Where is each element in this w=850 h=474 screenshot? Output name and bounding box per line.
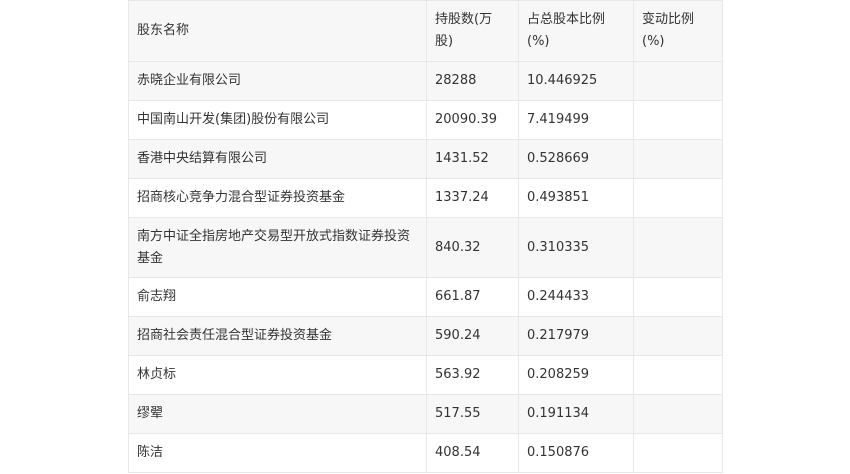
cell-share-ratio: 0.217979 — [518, 316, 634, 356]
cell-shares: 20090.39 — [426, 100, 519, 140]
table-row: 陈洁 408.54 0.150876 — [128, 433, 723, 473]
cell-shareholder-name: 缪翚 — [128, 394, 427, 434]
table-row: 招商社会责任混合型证券投资基金 590.24 0.217979 — [128, 316, 723, 356]
cell-change-ratio — [633, 217, 723, 278]
cell-shareholder-name: 中国南山开发(集团)股份有限公司 — [128, 100, 427, 140]
cell-shares: 1431.52 — [426, 139, 519, 179]
table-header-row: 股东名称 持股数(万股) 占总股本比例(%) 变动比例(%) — [128, 0, 723, 62]
header-change-ratio: 变动比例(%) — [633, 0, 723, 62]
cell-shares: 661.87 — [426, 277, 519, 317]
cell-shareholder-name: 林贞标 — [128, 355, 427, 395]
cell-shares: 563.92 — [426, 355, 519, 395]
shareholder-table: 股东名称 持股数(万股) 占总股本比例(%) 变动比例(%) 赤晓企业有限公司 … — [128, 0, 723, 473]
cell-shares: 590.24 — [426, 316, 519, 356]
cell-change-ratio — [633, 277, 723, 317]
cell-share-ratio: 0.310335 — [518, 217, 634, 278]
table-row: 中国南山开发(集团)股份有限公司 20090.39 7.419499 — [128, 100, 723, 140]
cell-share-ratio: 0.493851 — [518, 178, 634, 218]
cell-share-ratio: 0.191134 — [518, 394, 634, 434]
cell-change-ratio — [633, 178, 723, 218]
cell-change-ratio — [633, 316, 723, 356]
cell-share-ratio: 0.244433 — [518, 277, 634, 317]
cell-shareholder-name: 陈洁 — [128, 433, 427, 473]
header-shareholder-name: 股东名称 — [128, 0, 427, 62]
shareholder-table-container: 股东名称 持股数(万股) 占总股本比例(%) 变动比例(%) 赤晓企业有限公司 … — [128, 0, 723, 473]
cell-shares: 1337.24 — [426, 178, 519, 218]
table-row: 俞志翔 661.87 0.244433 — [128, 277, 723, 317]
cell-shares: 28288 — [426, 61, 519, 101]
cell-change-ratio — [633, 433, 723, 473]
cell-shareholder-name: 俞志翔 — [128, 277, 427, 317]
cell-share-ratio: 7.419499 — [518, 100, 634, 140]
cell-shares: 517.55 — [426, 394, 519, 434]
cell-change-ratio — [633, 61, 723, 101]
header-shares: 持股数(万股) — [426, 0, 519, 62]
table-row: 香港中央结算有限公司 1431.52 0.528669 — [128, 139, 723, 179]
cell-share-ratio: 0.208259 — [518, 355, 634, 395]
cell-change-ratio — [633, 355, 723, 395]
cell-shares: 840.32 — [426, 217, 519, 278]
cell-change-ratio — [633, 394, 723, 434]
cell-share-ratio: 10.446925 — [518, 61, 634, 101]
table-row: 赤晓企业有限公司 28288 10.446925 — [128, 61, 723, 101]
cell-share-ratio: 0.150876 — [518, 433, 634, 473]
cell-change-ratio — [633, 139, 723, 179]
cell-change-ratio — [633, 100, 723, 140]
table-row: 招商核心竞争力混合型证券投资基金 1337.24 0.493851 — [128, 178, 723, 218]
cell-shareholder-name: 南方中证全指房地产交易型开放式指数证券投资基金 — [128, 217, 427, 278]
cell-shareholder-name: 赤晓企业有限公司 — [128, 61, 427, 101]
cell-shareholder-name: 招商核心竞争力混合型证券投资基金 — [128, 178, 427, 218]
cell-share-ratio: 0.528669 — [518, 139, 634, 179]
table-row: 林贞标 563.92 0.208259 — [128, 355, 723, 395]
table-row: 南方中证全指房地产交易型开放式指数证券投资基金 840.32 0.310335 — [128, 217, 723, 278]
cell-shares: 408.54 — [426, 433, 519, 473]
header-share-ratio: 占总股本比例(%) — [518, 0, 634, 62]
table-row: 缪翚 517.55 0.191134 — [128, 394, 723, 434]
cell-shareholder-name: 香港中央结算有限公司 — [128, 139, 427, 179]
cell-shareholder-name: 招商社会责任混合型证券投资基金 — [128, 316, 427, 356]
